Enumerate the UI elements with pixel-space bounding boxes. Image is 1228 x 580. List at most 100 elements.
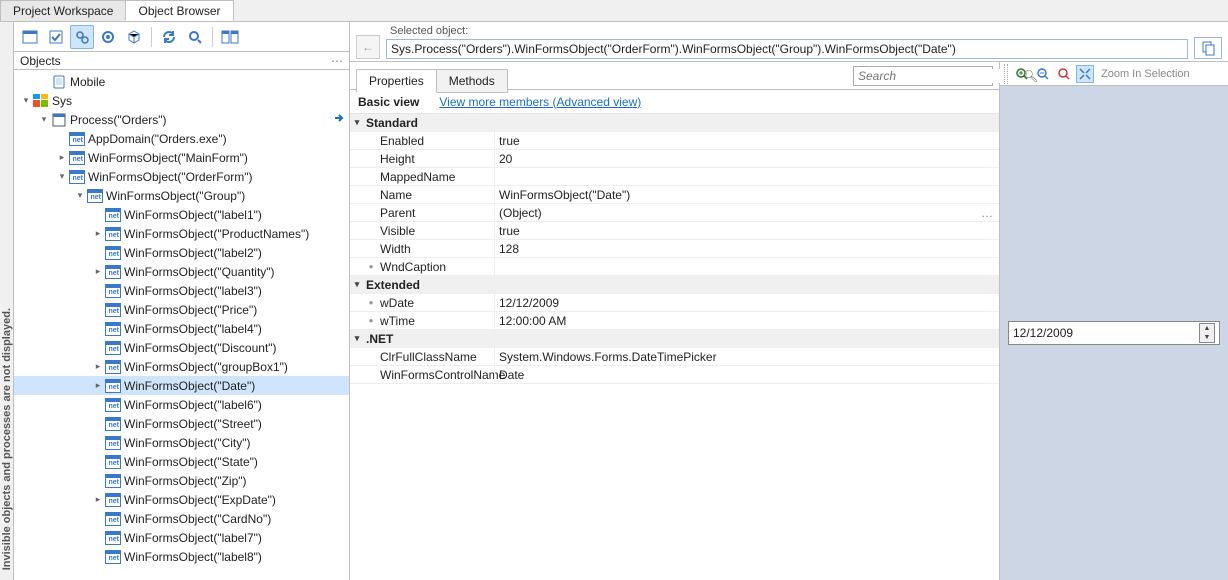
spinner-icon: ▲▼: [1199, 323, 1215, 343]
prop-row[interactable]: ClrFullClassNameSystem.Windows.Forms.Dat…: [350, 348, 999, 366]
top-tabs: Project Workspace Object Browser: [0, 0, 1228, 22]
tree-item-3[interactable]: ▸netWinFormsObject("Quantity"): [14, 262, 349, 281]
prop-group[interactable]: ▾.NET: [350, 330, 999, 348]
toolbar-btn-2[interactable]: [44, 25, 68, 49]
node-icon: [51, 74, 67, 90]
prop-row[interactable]: WinFormsControlNameDate: [350, 366, 999, 384]
tab-methods[interactable]: Methods: [436, 69, 508, 93]
toolbar-cube-icon[interactable]: [122, 25, 146, 49]
selected-object-path[interactable]: [386, 39, 1188, 59]
tree-appdomain[interactable]: netAppDomain("Orders.exe"): [14, 129, 349, 148]
prop-row[interactable]: ●wDate12/12/2009: [350, 294, 999, 312]
node-icon: net: [105, 549, 121, 565]
prop-row[interactable]: ●WndCaption: [350, 258, 999, 276]
tree-item-4[interactable]: netWinFormsObject("label3"): [14, 281, 349, 300]
tree-mobile[interactable]: Mobile: [14, 72, 349, 91]
tree-item-14[interactable]: netWinFormsObject("Zip"): [14, 471, 349, 490]
toolbar-refresh-icon[interactable]: [157, 25, 181, 49]
node-icon: net: [69, 150, 85, 166]
tree-item-15[interactable]: ▸netWinFormsObject("ExpDate"): [14, 490, 349, 509]
twisty-icon[interactable]: ▸: [92, 266, 104, 278]
tab-project-workspace[interactable]: Project Workspace: [0, 0, 126, 21]
twisty-icon[interactable]: ▾: [56, 171, 68, 183]
prop-row[interactable]: Enabledtrue: [350, 132, 999, 150]
prop-row[interactable]: MappedName: [350, 168, 999, 186]
twisty-icon[interactable]: ▸: [56, 152, 68, 164]
property-grid[interactable]: ▾StandardEnabledtrueHeight20MappedNameNa…: [350, 114, 999, 580]
object-tree[interactable]: Mobile▾Sys▾Process("Orders")netAppDomain…: [14, 70, 349, 580]
node-icon: net: [105, 359, 121, 375]
tree-item-8[interactable]: ▸netWinFormsObject("groupBox1"): [14, 357, 349, 376]
node-icon: net: [105, 511, 121, 527]
prop-row[interactable]: NameWinFormsObject("Date"): [350, 186, 999, 204]
copy-button[interactable]: [1194, 37, 1222, 59]
twisty-icon[interactable]: ▾: [74, 190, 86, 202]
prop-row[interactable]: Parent(Object)…: [350, 204, 999, 222]
node-label: WinFormsObject("CardNo"): [124, 512, 271, 526]
tab-properties[interactable]: Properties: [356, 69, 437, 93]
tree-item-17[interactable]: netWinFormsObject("label7"): [14, 528, 349, 547]
tree-group[interactable]: ▾netWinFormsObject("Group"): [14, 186, 349, 205]
advanced-view-link[interactable]: View more members (Advanced view): [439, 95, 641, 109]
zoom-reset-icon[interactable]: [1055, 65, 1073, 83]
goto-icon[interactable]: [333, 112, 345, 124]
zoom-out-icon[interactable]: [1034, 65, 1052, 83]
twisty-icon[interactable]: ▸: [92, 361, 104, 373]
tree-sys[interactable]: ▾Sys: [14, 91, 349, 110]
toolbar-btn-3[interactable]: [70, 25, 94, 49]
tab-object-browser[interactable]: Object Browser: [125, 0, 233, 21]
tree-item-6[interactable]: netWinFormsObject("label4"): [14, 319, 349, 338]
tree-item-10[interactable]: netWinFormsObject("label6"): [14, 395, 349, 414]
toolbar-window-icon[interactable]: [218, 25, 242, 49]
toolbar-btn-1[interactable]: [18, 25, 42, 49]
tree-item-7[interactable]: netWinFormsObject("Discount"): [14, 338, 349, 357]
prop-row[interactable]: Width128: [350, 240, 999, 258]
node-icon: net: [105, 283, 121, 299]
node-label: WinFormsObject("Zip"): [124, 474, 247, 488]
datetimepicker-preview: 12/12/2009 ▲▼: [1008, 321, 1220, 345]
node-label: WinFormsObject("Group"): [106, 189, 245, 203]
zoom-in-icon[interactable]: [1013, 65, 1031, 83]
twisty-icon[interactable]: ▸: [92, 494, 104, 506]
twisty-icon[interactable]: ▸: [92, 380, 104, 392]
tree-item-9[interactable]: ▸netWinFormsObject("Date"): [14, 376, 349, 395]
tree-item-16[interactable]: netWinFormsObject("CardNo"): [14, 509, 349, 528]
tree-item-13[interactable]: netWinFormsObject("State"): [14, 452, 349, 471]
node-label: WinFormsObject("label3"): [124, 284, 262, 298]
prop-row[interactable]: Visibletrue: [350, 222, 999, 240]
zoom-fit-icon[interactable]: [1076, 65, 1094, 83]
tree-mainform[interactable]: ▸netWinFormsObject("MainForm"): [14, 148, 349, 167]
twisty-icon[interactable]: ▸: [92, 228, 104, 240]
node-icon: net: [69, 169, 85, 185]
tree-item-11[interactable]: netWinFormsObject("Street"): [14, 414, 349, 433]
node-label: WinFormsObject("OrderForm"): [88, 170, 253, 184]
tree-item-0[interactable]: netWinFormsObject("label1"): [14, 205, 349, 224]
zoom-label: Zoom In Selection: [1101, 68, 1190, 80]
node-label: WinFormsObject("label4"): [124, 322, 262, 336]
node-label: WinFormsObject("label2"): [124, 246, 262, 260]
node-label: WinFormsObject("MainForm"): [88, 151, 248, 165]
tree-item-12[interactable]: netWinFormsObject("City"): [14, 433, 349, 452]
prop-group[interactable]: ▾Extended: [350, 276, 999, 294]
tree-process[interactable]: ▾Process("Orders"): [14, 110, 349, 129]
twisty-icon[interactable]: ▾: [38, 114, 50, 126]
node-icon: net: [87, 188, 103, 204]
search-box[interactable]: 🔍︎: [853, 66, 993, 86]
prop-group[interactable]: ▾Standard: [350, 114, 999, 132]
tree-item-1[interactable]: ▸netWinFormsObject("ProductNames"): [14, 224, 349, 243]
tree-item-18[interactable]: netWinFormsObject("label8"): [14, 547, 349, 566]
search-input[interactable]: [854, 69, 1019, 83]
node-icon: [51, 112, 67, 128]
twisty-icon[interactable]: ▾: [20, 95, 32, 107]
back-button[interactable]: ←: [356, 35, 380, 59]
tree-orderform[interactable]: ▾netWinFormsObject("OrderForm"): [14, 167, 349, 186]
prop-row[interactable]: ●wTime12:00:00 AM: [350, 312, 999, 330]
tree-item-5[interactable]: netWinFormsObject("Price"): [14, 300, 349, 319]
toolbar-gear-icon[interactable]: [96, 25, 120, 49]
node-icon: net: [105, 226, 121, 242]
toolbar-gear-plus-icon[interactable]: [183, 25, 207, 49]
filter-icon[interactable]: ⋯: [331, 54, 343, 68]
node-label: WinFormsObject("ProductNames"): [124, 227, 309, 241]
prop-row[interactable]: Height20: [350, 150, 999, 168]
tree-item-2[interactable]: netWinFormsObject("label2"): [14, 243, 349, 262]
